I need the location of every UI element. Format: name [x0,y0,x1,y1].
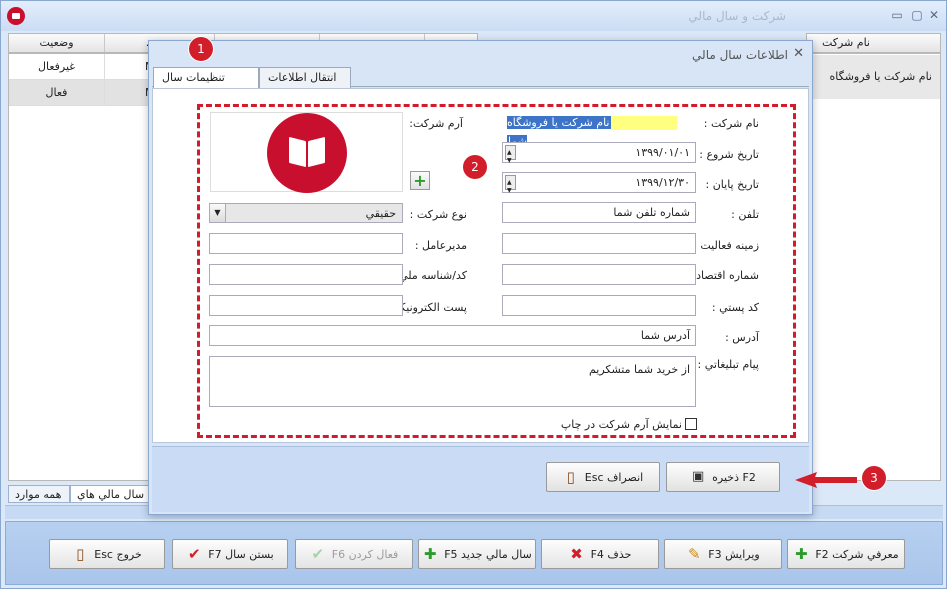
dialog-close-icon[interactable]: ✕ [793,46,804,61]
pencil-icon: ✎ [688,545,701,563]
company-row[interactable]: نام شرکت يا فروشگاه [808,55,940,99]
company-list: نام شرکت يا فروشگاه [806,53,941,481]
minimize-icon[interactable]: ▭ [888,7,906,23]
cancel-label: انصراف Esc [584,470,644,484]
delete-x-icon: ✖ [570,545,583,563]
door-icon: ▯ [566,468,575,486]
close-icon[interactable]: ✕ [925,7,943,23]
annotation-badge-1: 1 [189,37,213,61]
tab-all-items[interactable]: همه موارد [8,485,70,503]
code-cell: M [104,54,155,79]
delete-button[interactable]: حذف F4 ✖ [541,539,659,569]
floppy-disk-icon: ▣ [692,469,705,484]
add-company-button[interactable]: معرفي شرکت F2 ✚ [787,539,905,569]
checkmark-icon: ✔ [187,545,201,563]
highlight-frame [197,104,796,438]
close-year-label: بستن سال F7 [208,547,274,561]
title-bar: شرکت و سال مالي ▭ ▢ ✕ [1,1,946,31]
tab-data-transfer[interactable]: انتقال اطلاعات [259,67,351,88]
annotation-badge-3: 3 [862,466,886,490]
activate-label: فعال کردن F6 [331,547,399,561]
dialog-title: اطلاعات سال مالي [692,48,788,62]
plus-icon: ✚ [423,545,437,563]
arrow-left-icon [795,472,857,488]
new-year-button[interactable]: سال مالي جديد F5 ✚ [418,539,536,569]
delete-label: حذف F4 [590,547,632,561]
save-label: F2 ذخيره [712,470,756,484]
column-status[interactable]: وضعيت [9,34,104,52]
add-company-label: معرفي شرکت F2 [815,547,899,561]
edit-label: ويرايش F3 [708,547,760,561]
activate-button[interactable]: فعال کردن F6 ✔ [295,539,413,569]
status-cell: فعال [45,86,68,99]
toolbar: خروج Esc ▯ بستن سال F7 ✔ فعال کردن F6 ✔ … [5,521,943,585]
plus-icon: ✚ [795,545,808,563]
save-button[interactable]: F2 ذخيره ▣ [666,462,780,492]
bottom-tabs: همه موارد سال مالي هاي بسته [8,485,170,518]
exit-button-label: خروج Esc [94,547,142,561]
new-year-label: سال مالي جديد F5 [444,547,532,561]
tab-fiscal-settings[interactable]: تنظيمات سال مالي [153,67,259,104]
company-column-header[interactable]: نام شرکت [806,33,941,53]
edit-button[interactable]: ويرايش F3 ✎ [664,539,782,569]
status-cell: غيرفعال [37,60,76,73]
app-logo-icon [7,7,25,25]
close-year-button[interactable]: بستن سال F7 ✔ [172,539,288,569]
exit-button[interactable]: خروج Esc ▯ [49,539,165,569]
code-cell: M [104,80,155,105]
window-title: شرکت و سال مالي [688,9,786,23]
checkmark-icon: ✔ [311,545,325,563]
door-icon: ▯ [76,545,85,563]
cancel-button[interactable]: انصراف Esc ▯ [546,462,660,492]
maximize-icon[interactable]: ▢ [908,7,926,23]
annotation-badge-2: 2 [463,155,487,179]
